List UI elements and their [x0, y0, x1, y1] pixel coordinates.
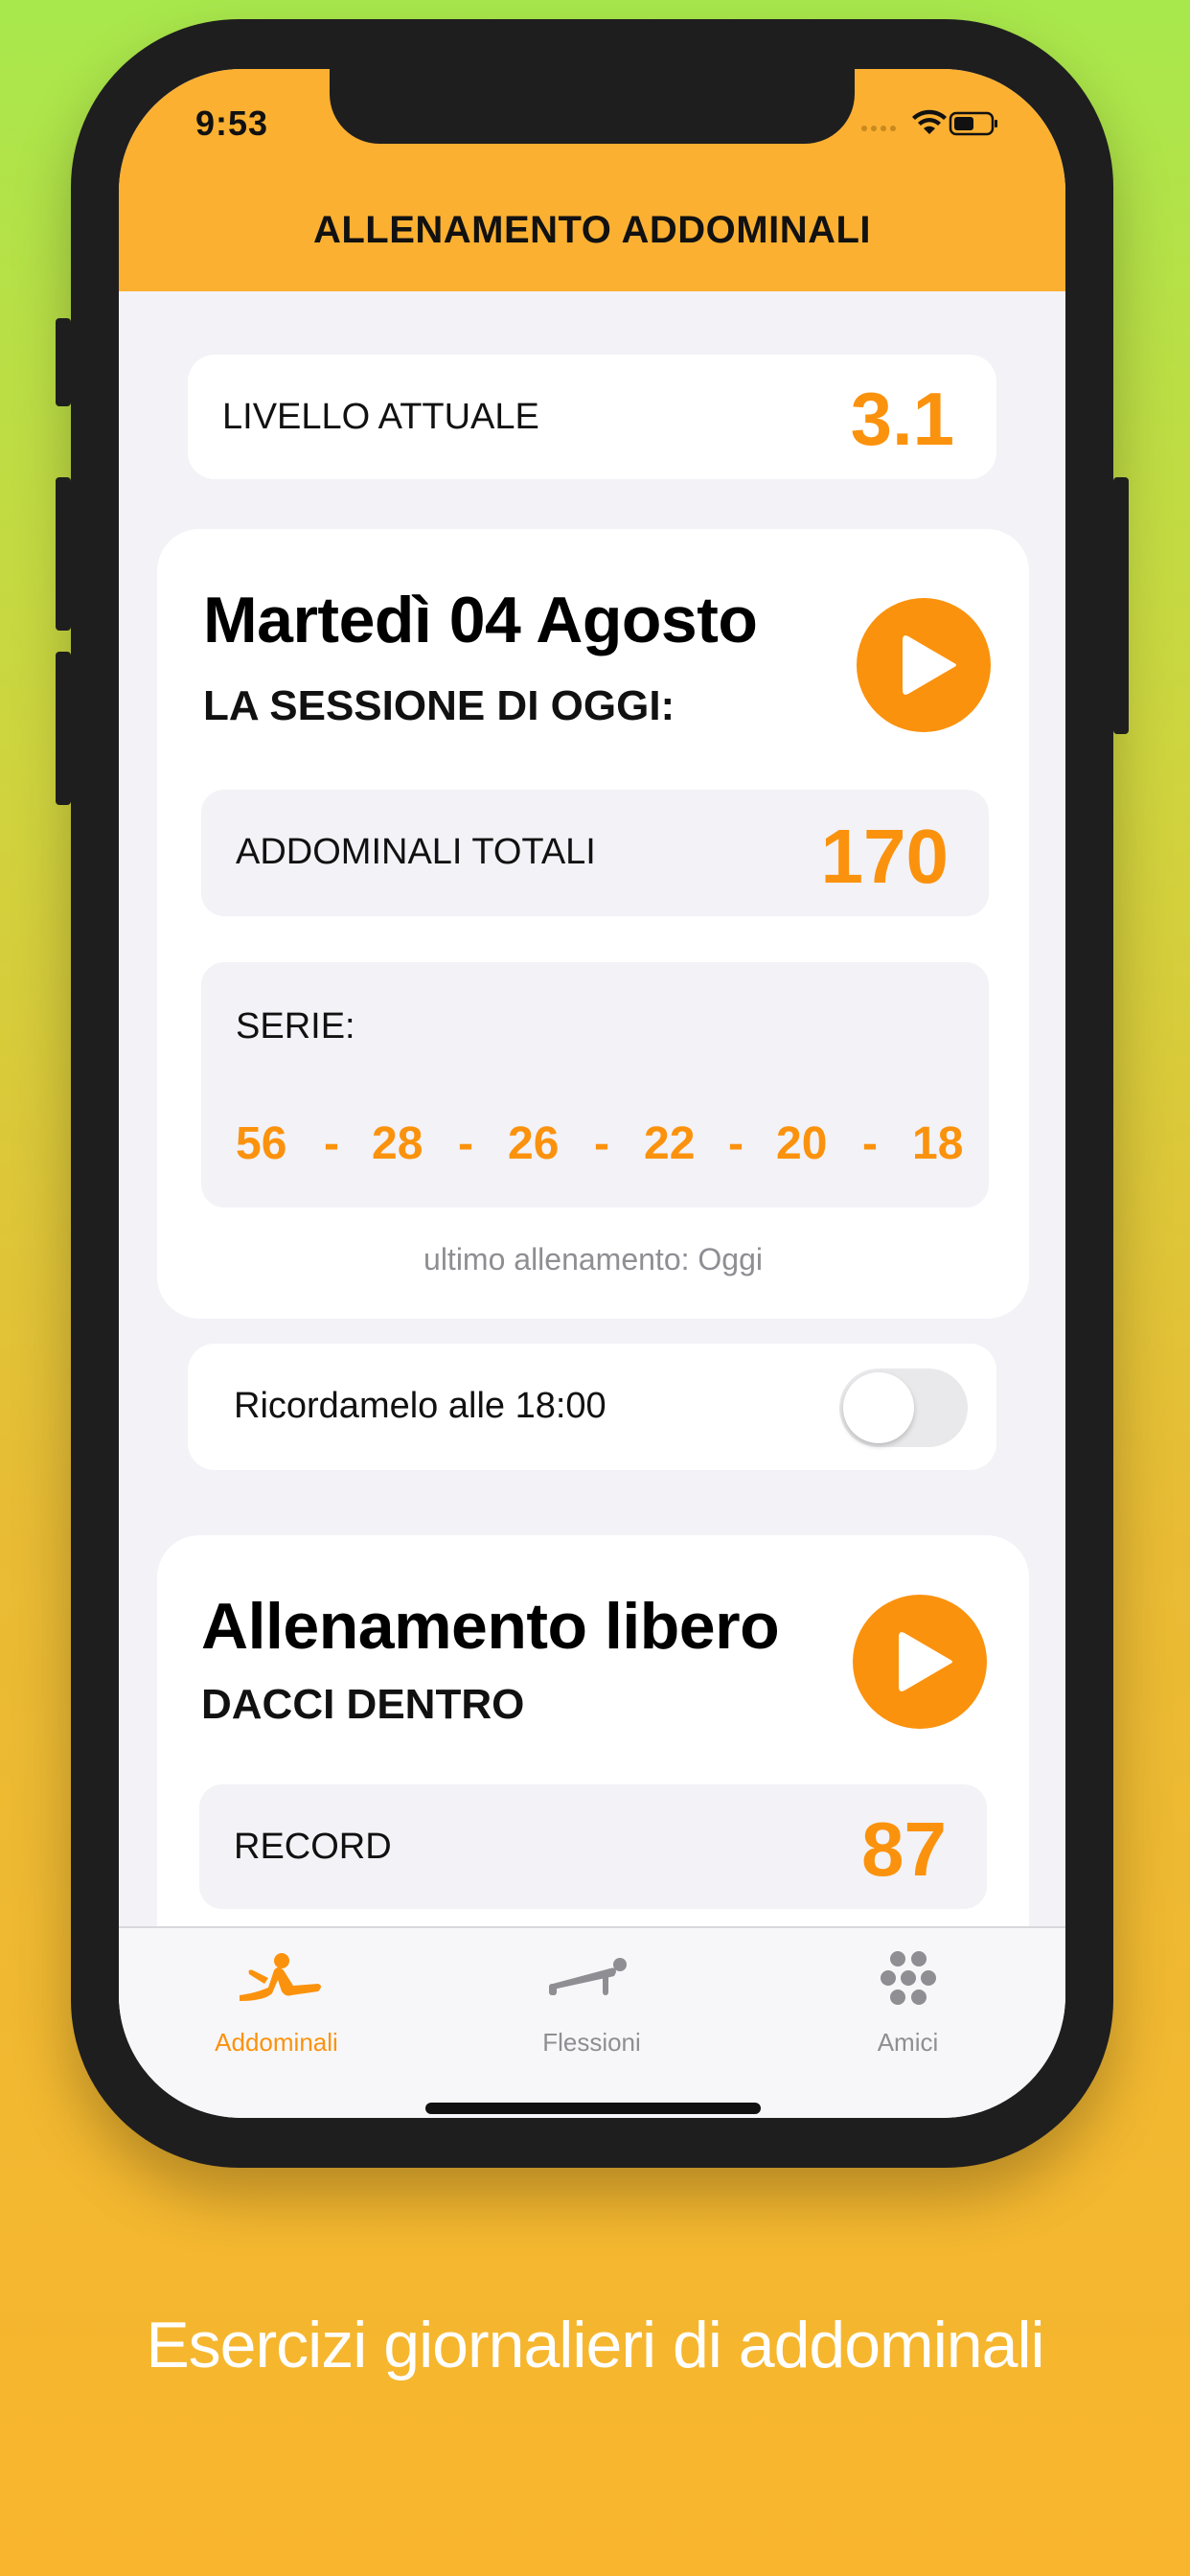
home-indicator — [425, 2103, 761, 2114]
status-time: 9:53 — [195, 104, 269, 143]
status-icons — [858, 109, 1002, 138]
series-value: 20 — [776, 1118, 828, 1169]
notch — [330, 69, 855, 144]
tab-amici[interactable]: Amici — [750, 1928, 1065, 2062]
app-screen: 9:53 ALLENAMENTO ADDOMINALI LIVELLO ATTU… — [119, 69, 1065, 2118]
play-icon — [903, 635, 956, 695]
tab-bar: Addominali Flessioni Amici — [119, 1926, 1065, 2118]
toggle-knob — [843, 1372, 914, 1443]
series-separator: - — [594, 1118, 609, 1169]
series-value: 56 — [236, 1118, 287, 1169]
volume-up-button — [56, 477, 71, 631]
free-training-title: Allenamento libero — [201, 1590, 780, 1663]
reminder-label: Ricordamelo alle 18:00 — [234, 1386, 606, 1426]
record-label: RECORD — [234, 1827, 392, 1867]
start-session-button[interactable] — [857, 598, 991, 732]
total-situps-label: ADDOMINALI TOTALI — [236, 832, 596, 872]
tab-label: Amici — [877, 2028, 939, 2057]
level-card: LIVELLO ATTUALE 3.1 — [188, 355, 996, 479]
power-button — [1113, 477, 1129, 734]
session-date: Martedì 04 Agosto — [203, 584, 758, 656]
series-separator: - — [728, 1118, 744, 1169]
reminder-toggle[interactable] — [839, 1368, 968, 1447]
promo-caption: Esercizi giornalieri di addominali — [146, 2309, 1044, 2381]
situp-icon — [240, 1953, 321, 2001]
level-value: 3.1 — [850, 377, 954, 461]
navigation-bar: 9:53 ALLENAMENTO ADDOMINALI — [119, 69, 1065, 291]
series-value: 28 — [372, 1118, 423, 1169]
series-value: 26 — [508, 1118, 560, 1169]
volume-down-button — [56, 652, 71, 805]
series-separator: - — [324, 1118, 339, 1169]
series-separator: - — [458, 1118, 473, 1169]
total-situps-value: 170 — [820, 814, 949, 899]
level-label: LIVELLO ATTUALE — [222, 397, 539, 437]
tab-addominali[interactable]: Addominali — [119, 1928, 434, 2062]
pushup-icon — [549, 1958, 627, 1995]
friends-icon — [881, 1951, 936, 2005]
tab-flessioni[interactable]: Flessioni — [434, 1928, 749, 2062]
series-label: SERIE: — [236, 1006, 355, 1046]
series-box: SERIE: 56 - 28 - 26 - 22 - 20 - 18 — [201, 962, 989, 1208]
record-value: 87 — [861, 1806, 947, 1892]
start-free-training-button[interactable] — [853, 1595, 987, 1729]
cellular-signal-icon — [861, 126, 896, 131]
reminder-card: Ricordamelo alle 18:00 — [188, 1344, 996, 1470]
battery-icon — [949, 111, 997, 136]
last-training-text: ultimo allenamento: Oggi — [423, 1242, 763, 1276]
total-situps-row: ADDOMINALI TOTALI 170 — [201, 790, 989, 916]
play-icon — [899, 1632, 952, 1691]
series-separator: - — [862, 1118, 878, 1169]
series-value: 22 — [644, 1118, 696, 1169]
session-subtitle: LA SESSIONE DI OGGI: — [203, 682, 675, 729]
record-row: RECORD 87 — [199, 1784, 987, 1909]
phone-frame: 9:53 ALLENAMENTO ADDOMINALI LIVELLO ATTU… — [56, 19, 1129, 2168]
session-card: Martedì 04 Agosto LA SESSIONE DI OGGI: A… — [157, 529, 1029, 1319]
free-training-subtitle: DACCI DENTRO — [201, 1681, 525, 1728]
mute-switch — [56, 318, 71, 406]
series-value: 18 — [912, 1118, 964, 1169]
page-title: ALLENAMENTO ADDOMINALI — [312, 209, 872, 251]
tab-label: Addominali — [215, 2028, 338, 2057]
tab-label: Flessioni — [542, 2028, 641, 2057]
wifi-icon — [912, 109, 947, 134]
